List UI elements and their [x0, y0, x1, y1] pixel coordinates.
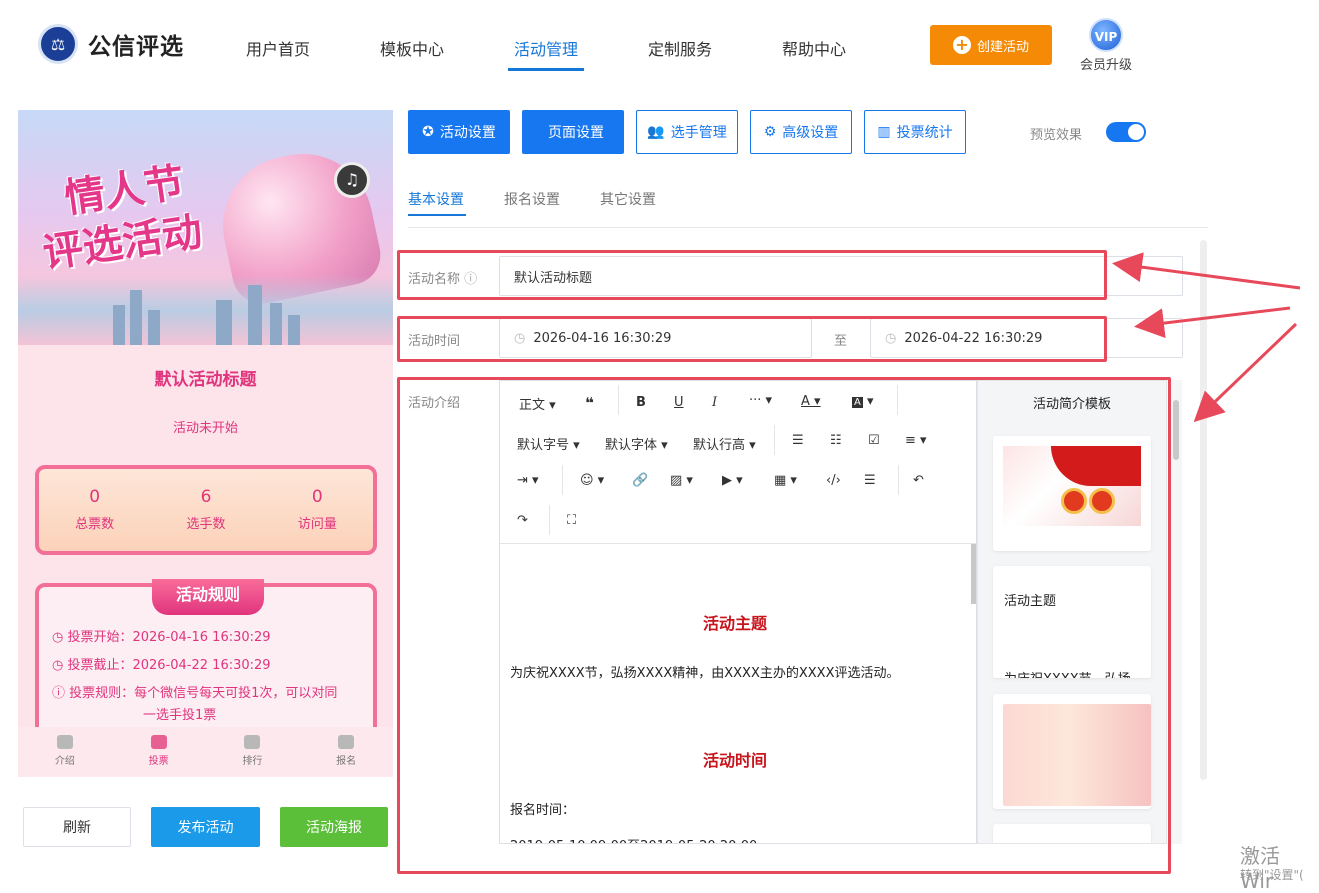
- vip-upgrade[interactable]: VIP 会员升级: [1078, 18, 1134, 73]
- create-activity-label: 创建活动: [976, 39, 1029, 55]
- contestant-management-button[interactable]: 👥 选手管理: [636, 110, 738, 154]
- tab-intro[interactable]: 介绍: [18, 727, 112, 777]
- preview-toggle-label: 预览效果: [1030, 128, 1083, 143]
- btn-label: 选手管理: [670, 125, 727, 141]
- nav-activity-management[interactable]: 活动管理: [508, 36, 585, 71]
- vote-statistics-button[interactable]: ▥ 投票统计: [864, 110, 966, 154]
- poster-button[interactable]: 活动海报: [280, 807, 388, 847]
- rule-policy: ⓘ 投票规则：每个微信号每天可投1次，可以对同: [52, 683, 337, 705]
- nav-help[interactable]: 帮助中心: [782, 36, 846, 60]
- users-icon: 👥: [647, 124, 665, 140]
- highlight-box-name: [397, 250, 1107, 300]
- active-tab-indicator: [408, 214, 466, 216]
- rule-policy-cont: 一选手投1票: [143, 708, 217, 723]
- tab-label: 排行: [242, 756, 263, 767]
- site-logo[interactable]: ⚖ 公信评选: [38, 24, 184, 64]
- btn-label: 高级设置: [782, 125, 839, 141]
- clock-icon: ◷: [52, 658, 68, 673]
- rule-end: ◷ 投票截止：2026-04-22 16:30:29: [52, 655, 271, 677]
- rank-icon: [244, 735, 261, 749]
- page-settings-button[interactable]: 页面设置: [522, 110, 624, 154]
- tab-label: 投票: [148, 756, 169, 767]
- nav-custom-service[interactable]: 定制服务: [648, 36, 712, 60]
- btn-label: 页面设置: [548, 125, 604, 141]
- nav-templates[interactable]: 模板中心: [380, 36, 444, 60]
- vip-icon: VIP: [1089, 18, 1123, 52]
- rules-title: 活动规则: [152, 579, 264, 615]
- tab-signup-settings[interactable]: 报名设置: [504, 189, 560, 209]
- preview-status: 活动未开始: [172, 421, 238, 436]
- preview-title: 默认活动标题: [154, 370, 257, 390]
- refresh-button[interactable]: 刷新: [23, 807, 131, 847]
- tab-label: 报名: [336, 756, 357, 767]
- gear-icon: ⚙: [763, 124, 777, 140]
- tabs-divider: [408, 227, 1208, 228]
- plus-icon: +: [952, 36, 971, 54]
- arrow-to-intro: [1193, 322, 1298, 423]
- music-icon[interactable]: ♫: [334, 162, 370, 198]
- stats-panel: 0 总票数 6 选手数 0 访问量: [35, 465, 377, 555]
- clock-icon: ◷: [52, 630, 68, 645]
- annotation-arrows: [1112, 252, 1301, 423]
- city-skyline: [18, 275, 393, 345]
- btn-label: 活动设置: [439, 125, 496, 141]
- arrow-to-name: [1112, 252, 1301, 290]
- hero-banner: 情人节 评选活动 ♫: [18, 110, 393, 345]
- highlight-box-intro: [397, 377, 1171, 874]
- stat-label: 访问量: [297, 517, 337, 532]
- stat-value: 6: [200, 487, 212, 507]
- stat-visits: 0 访问量: [262, 469, 373, 551]
- create-activity-button[interactable]: + 创建活动: [930, 25, 1052, 65]
- publish-button[interactable]: 发布活动: [151, 807, 260, 847]
- tab-label: 介绍: [54, 756, 75, 767]
- vip-label: 会员升级: [1079, 58, 1132, 73]
- rule-start: ◷ 投票开始：2026-04-16 16:30:29: [52, 627, 271, 649]
- brand-name: 公信评选: [88, 34, 184, 60]
- tab-signup[interactable]: 报名: [299, 727, 393, 777]
- windows-activation-watermark-sub: 转到"设置"(: [1240, 868, 1304, 882]
- vote-icon: [150, 735, 167, 749]
- intro-icon: [56, 735, 73, 749]
- tab-vote[interactable]: 投票: [112, 727, 206, 777]
- nav-home[interactable]: 用户首页: [246, 36, 310, 60]
- tab-basic-settings[interactable]: 基本设置: [408, 189, 464, 209]
- tab-other-settings[interactable]: 其它设置: [600, 189, 656, 209]
- signup-icon: [338, 735, 355, 749]
- stat-label: 选手数: [186, 517, 226, 532]
- rule-text: 投票开始：2026-04-16 16:30:29: [67, 630, 271, 645]
- arrow-to-time: [1134, 306, 1291, 339]
- preview-toggle[interactable]: [1106, 122, 1146, 142]
- stat-value: 0: [89, 487, 101, 507]
- template-scrollbar[interactable]: [1170, 380, 1182, 844]
- rule-text: 投票规则：每个微信号每天可投1次，可以对同: [69, 686, 338, 701]
- rule-text: 投票截止：2026-04-22 16:30:29: [67, 658, 271, 673]
- bar-chart-icon: ▥: [877, 124, 891, 140]
- stat-total-votes: 0 总票数: [39, 469, 150, 551]
- stat-label: 总票数: [75, 517, 115, 532]
- phone-preview: 情人节 评选活动 ♫ 默认活动标题 活动未开始 0 总票数 6 选手数 0 访问…: [18, 110, 393, 777]
- star-icon: ✪: [422, 124, 434, 140]
- stat-contestants: 6 选手数: [150, 469, 261, 551]
- scales-emblem-icon: ⚖: [38, 24, 78, 64]
- btn-label: 投票统计: [896, 125, 953, 141]
- hero-title-line2: 评选活动: [40, 209, 205, 277]
- info-icon: ⓘ: [52, 686, 70, 701]
- tab-rank[interactable]: 排行: [206, 727, 300, 777]
- highlight-box-time: [397, 316, 1107, 362]
- toggle-knob: [1128, 124, 1144, 140]
- stat-value: 0: [311, 487, 323, 507]
- activity-settings-button[interactable]: ✪ 活动设置: [408, 110, 510, 154]
- preview-tabbar: 介绍 投票 排行 报名: [18, 727, 393, 777]
- advanced-settings-button[interactable]: ⚙ 高级设置: [750, 110, 852, 154]
